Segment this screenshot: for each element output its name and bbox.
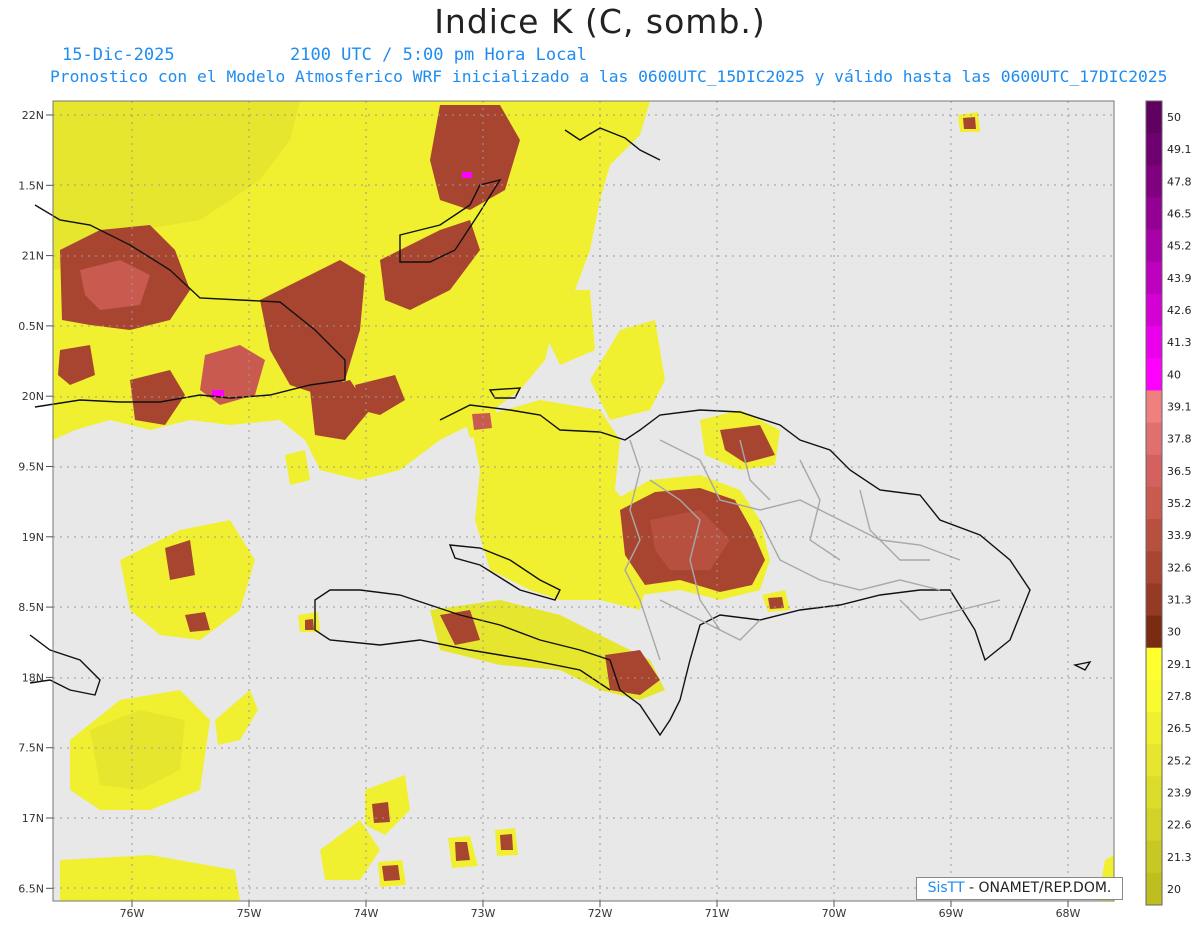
colorbar-label: 26.5 — [1167, 722, 1192, 735]
longitude-labels: 76W 75W 74W 73W 72W 71W 70W 69W 68W — [120, 901, 1081, 920]
latitude-label: 1.5N — [18, 179, 44, 192]
colorbar-swatch — [1146, 615, 1162, 649]
colorbar-label: 35.2 — [1167, 497, 1192, 510]
colorbar-swatch — [1146, 712, 1162, 745]
colorbar-swatch — [1146, 165, 1162, 198]
colorbar-label: 41.3 — [1167, 336, 1192, 349]
longitude-label: 75W — [237, 907, 262, 920]
latitude-label: 20N — [22, 390, 44, 403]
latitude-label: 8.5N — [18, 601, 44, 614]
colorbar-label: 27.8 — [1167, 690, 1192, 703]
longitude-label: 69W — [939, 907, 964, 920]
colorbar-label: 49.1 — [1167, 143, 1192, 156]
colorbar-label: 29.1 — [1167, 658, 1192, 671]
colorbar-swatch — [1146, 776, 1162, 810]
colorbar-swatch — [1146, 358, 1162, 391]
colorbar-label: 43.9 — [1167, 272, 1192, 285]
latitude-label: 22N — [22, 109, 44, 122]
colorbar-label: 30 — [1167, 626, 1181, 639]
latitude-label: 18N — [22, 671, 44, 684]
latitude-label: 21N — [22, 250, 44, 263]
longitude-label: 72W — [588, 907, 613, 920]
latitude-label: 17N — [22, 812, 44, 825]
latitude-label: 9.5N — [18, 461, 44, 474]
forecast-map: 22N 1.5N 21N 0.5N 20N 9.5N 19N 8.5N 18N 7.5N 17N 6.… — [18, 100, 1192, 920]
longitude-label: 76W — [120, 907, 145, 920]
longitude-label: 68W — [1056, 907, 1081, 920]
credit-text: - ONAMET/REP.DOM. — [964, 880, 1112, 896]
colorbar-swatch — [1146, 197, 1162, 231]
colorbar-label: 42.6 — [1167, 304, 1192, 317]
longitude-label: 73W — [471, 907, 496, 920]
colorbar-swatch — [1146, 519, 1162, 552]
colorbar-swatch — [1146, 583, 1162, 617]
colorbar-swatch — [1146, 744, 1162, 777]
colorbar-label: 22.6 — [1167, 819, 1192, 832]
colorbar-label: 39.1 — [1167, 401, 1192, 414]
colorbar-swatch — [1146, 293, 1162, 327]
colorbar-swatch — [1146, 390, 1162, 424]
colorbar-label: 36.5 — [1167, 465, 1192, 478]
colorbar-swatch — [1146, 261, 1162, 295]
sistt-logo: SisTT — [927, 880, 965, 896]
colorbar-label: 21.3 — [1167, 851, 1192, 864]
colorbar-label: 32.6 — [1167, 561, 1192, 574]
latitude-label: 7.5N — [18, 742, 44, 755]
colorbar-swatch — [1146, 872, 1162, 906]
colorbar-swatch — [1146, 647, 1162, 681]
colorbar-swatch — [1146, 486, 1162, 520]
colorbar-swatch — [1146, 229, 1162, 263]
longitude-label: 71W — [705, 907, 730, 920]
longitude-label: 70W — [822, 907, 847, 920]
colorbar-label: 31.3 — [1167, 593, 1192, 606]
colorbar-label: 50 — [1167, 111, 1181, 124]
latitude-label: 19N — [22, 531, 44, 544]
colorbar-swatch — [1146, 326, 1162, 359]
colorbar-swatch — [1146, 551, 1162, 584]
colorbar-label: 33.9 — [1167, 529, 1192, 542]
colorbar-swatch — [1146, 454, 1162, 488]
colorbar-label: 46.5 — [1167, 208, 1192, 221]
colorbar: 50 49.1 47.8 46.5 45.2 43.9 42.6 41.3 40 39.1 37.8… — [1145, 100, 1192, 906]
colorbar-label: 47.8 — [1167, 175, 1192, 188]
colorbar-swatch — [1146, 422, 1162, 456]
colorbar-label: 45.2 — [1167, 240, 1192, 253]
colorbar-swatch — [1146, 101, 1162, 134]
colorbar-swatch — [1146, 133, 1162, 166]
latitude-label: 0.5N — [18, 320, 44, 333]
colorbar-swatch — [1146, 808, 1162, 842]
colorbar-label: 23.9 — [1167, 786, 1192, 799]
colorbar-swatch — [1146, 840, 1162, 874]
longitude-label: 74W — [354, 907, 379, 920]
colorbar-label: 40 — [1167, 368, 1181, 381]
colorbar-label: 20 — [1167, 883, 1181, 896]
latitude-labels: 22N 1.5N 21N 0.5N 20N 9.5N 19N 8.5N 18N 7.5N 17N 6.… — [18, 109, 53, 895]
colorbar-swatch — [1146, 679, 1162, 713]
latitude-label: 6.5N — [18, 882, 44, 895]
colorbar-label: 25.2 — [1167, 754, 1192, 767]
credit-box: SisTT - ONAMET/REP.DOM. — [916, 877, 1123, 900]
colorbar-label: 37.8 — [1167, 433, 1192, 446]
